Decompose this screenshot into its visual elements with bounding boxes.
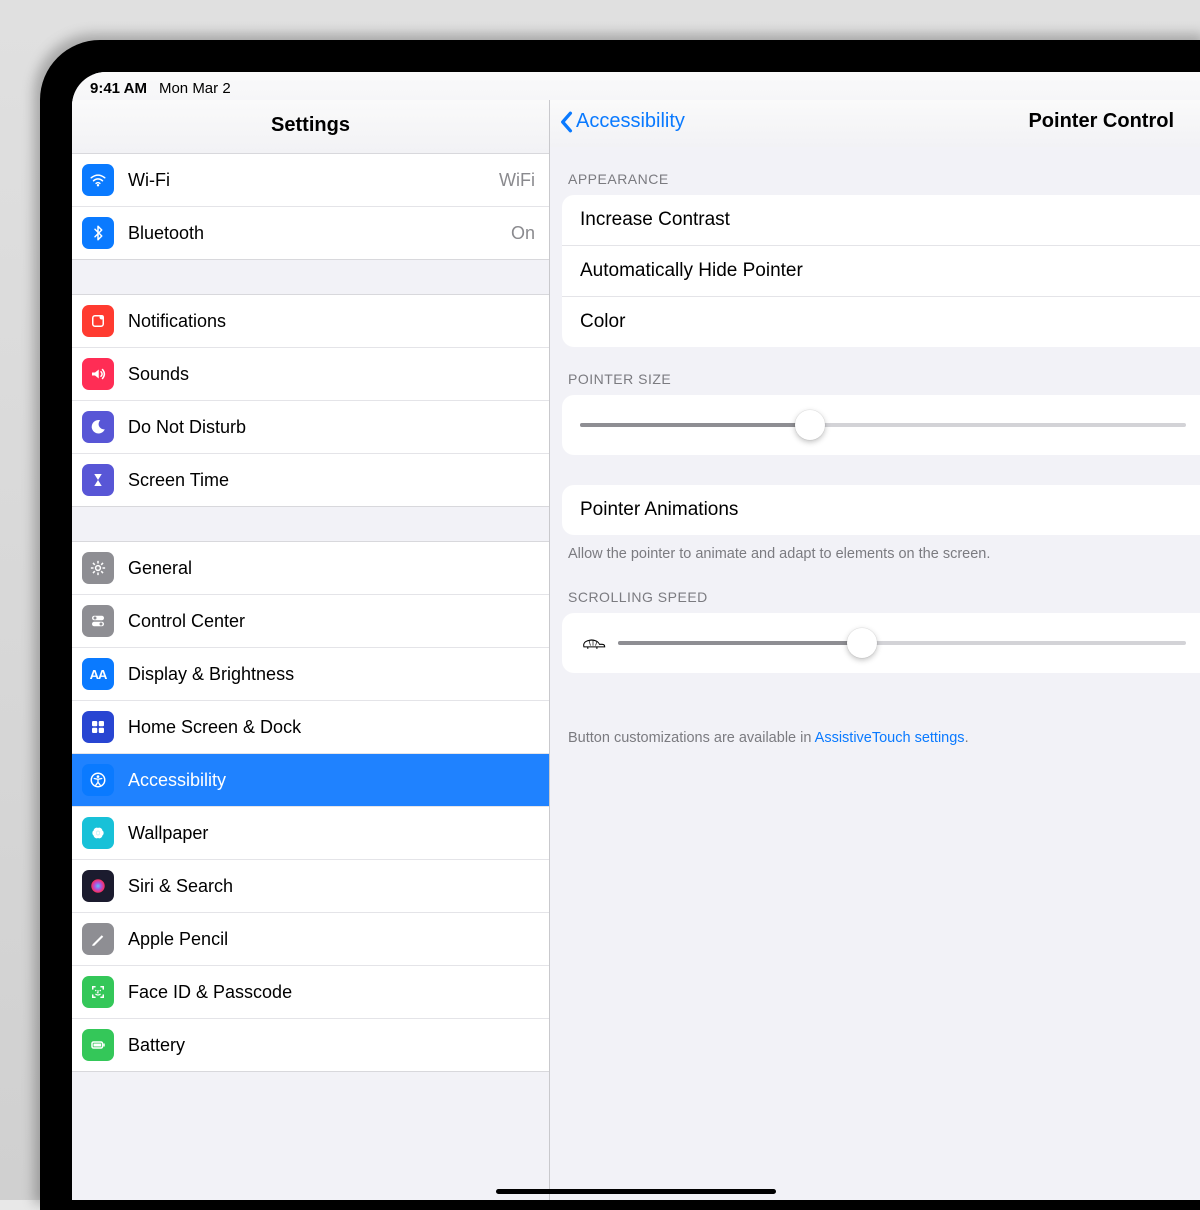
sidebar-item-faceid[interactable]: Face ID & Passcode — [72, 965, 549, 1018]
sidebar-item-label: Sounds — [128, 364, 189, 385]
sidebar-item-label: Home Screen & Dock — [128, 717, 301, 738]
chevron-left-icon — [558, 111, 574, 133]
bell-badge-icon — [82, 305, 114, 337]
scrolling-speed-slider-row — [562, 613, 1200, 673]
slider-thumb[interactable] — [847, 628, 877, 658]
bluetooth-icon — [82, 217, 114, 249]
speaker-icon — [82, 358, 114, 390]
sidebar-item-home[interactable]: Home Screen & Dock — [72, 700, 549, 753]
sidebar-item-label: Bluetooth — [128, 223, 204, 244]
detail-pane: Accessibility Pointer Control APPEARANCE… — [550, 100, 1200, 1200]
row-auto-hide-pointer[interactable]: Automatically Hide Pointer — [562, 245, 1200, 296]
toggles-icon — [82, 605, 114, 637]
siri-icon — [82, 870, 114, 902]
status-time: 9:41 AM — [90, 80, 147, 97]
flower-icon — [82, 817, 114, 849]
sidebar-item-dnd[interactable]: Do Not Disturb — [72, 400, 549, 453]
moon-icon — [82, 411, 114, 443]
hourglass-icon — [82, 464, 114, 496]
ipad-screen: 9:41 AM Mon Mar 2 Settings Wi-Fi WiFi Blue… — [72, 72, 1200, 1200]
back-label: Accessibility — [576, 110, 685, 133]
sidebar-item-general[interactable]: General — [72, 542, 549, 594]
sidebar-item-label: Display & Brightness — [128, 664, 294, 685]
sidebar-item-bluetooth[interactable]: Bluetooth On — [72, 206, 549, 259]
section-header-appearance: APPEARANCE — [550, 147, 1200, 195]
pointer-animations-group: Pointer Animations — [562, 485, 1200, 535]
settings-sidebar: Settings Wi-Fi WiFi Bluetooth On Notificatio… — [72, 100, 550, 1200]
grid-icon — [82, 711, 114, 743]
row-increase-contrast[interactable]: Increase Contrast — [562, 195, 1200, 245]
sidebar-item-label: Do Not Disturb — [128, 417, 246, 438]
accessibility-icon — [82, 764, 114, 796]
back-button[interactable]: Accessibility — [558, 110, 685, 133]
sidebar-item-screentime[interactable]: Screen Time — [72, 453, 549, 506]
status-bar: 9:41 AM Mon Mar 2 — [72, 72, 1200, 100]
home-indicator[interactable] — [496, 1189, 776, 1194]
appearance-group: Increase Contrast Automatically Hide Poi… — [562, 195, 1200, 347]
sidebar-item-siri[interactable]: Siri & Search — [72, 859, 549, 912]
sidebar-item-display[interactable]: AA Display & Brightness — [72, 647, 549, 700]
sidebar-item-value: WiFi — [499, 170, 535, 191]
row-label: Pointer Animations — [580, 499, 738, 521]
sidebar-item-label: Battery — [128, 1035, 185, 1056]
section-header-scrolling-speed: SCROLLING SPEED — [550, 565, 1200, 613]
sidebar-item-label: Face ID & Passcode — [128, 982, 292, 1003]
sidebar-item-wifi[interactable]: Wi-Fi WiFi — [72, 154, 549, 206]
sidebar-item-label: Wallpaper — [128, 823, 208, 844]
pointer-animations-note: Allow the pointer to animate and adapt t… — [550, 535, 1200, 565]
assistivetouch-footer-note: Button customizations are available in A… — [550, 719, 1200, 749]
pencil-icon — [82, 923, 114, 955]
row-color[interactable]: Color — [562, 296, 1200, 347]
sidebar-item-label: Accessibility — [128, 770, 226, 791]
pointer-size-slider[interactable] — [580, 413, 1186, 437]
row-label: Color — [580, 311, 625, 333]
row-label: Automatically Hide Pointer — [580, 260, 803, 282]
faceid-icon — [82, 976, 114, 1008]
sidebar-item-label: General — [128, 558, 192, 579]
sidebar-item-label: Wi-Fi — [128, 170, 170, 191]
sidebar-item-label: Control Center — [128, 611, 245, 632]
sidebar-item-label: Apple Pencil — [128, 929, 228, 950]
detail-title: Pointer Control — [685, 110, 1184, 133]
sidebar-item-label: Screen Time — [128, 470, 229, 491]
sidebar-title: Settings — [72, 100, 549, 153]
sidebar-item-controlcenter[interactable]: Control Center — [72, 594, 549, 647]
pointer-size-slider-row — [562, 395, 1200, 455]
sidebar-item-label: Notifications — [128, 311, 226, 332]
sidebar-item-value: On — [511, 223, 535, 244]
sidebar-item-sounds[interactable]: Sounds — [72, 347, 549, 400]
sidebar-item-notifications[interactable]: Notifications — [72, 295, 549, 347]
scrolling-speed-slider[interactable] — [618, 631, 1186, 655]
status-date: Mon Mar 2 — [159, 80, 231, 97]
gear-icon — [82, 552, 114, 584]
sidebar-item-label: Siri & Search — [128, 876, 233, 897]
row-pointer-animations[interactable]: Pointer Animations — [562, 485, 1200, 535]
row-label: Increase Contrast — [580, 209, 730, 231]
battery-icon — [82, 1029, 114, 1061]
assistivetouch-settings-link[interactable]: AssistiveTouch settings — [815, 730, 965, 746]
tortoise-icon — [580, 634, 606, 652]
section-header-pointer-size: POINTER SIZE — [550, 347, 1200, 395]
footer-note-prefix: Button customizations are available in — [568, 730, 815, 746]
sidebar-item-accessibility[interactable]: Accessibility — [72, 753, 549, 806]
sidebar-item-wallpaper[interactable]: Wallpaper — [72, 806, 549, 859]
footer-note-suffix: . — [965, 730, 969, 746]
wifi-icon — [82, 164, 114, 196]
sidebar-item-battery[interactable]: Battery — [72, 1018, 549, 1071]
sidebar-item-pencil[interactable]: Apple Pencil — [72, 912, 549, 965]
aa-icon: AA — [82, 658, 114, 690]
slider-thumb[interactable] — [795, 410, 825, 440]
